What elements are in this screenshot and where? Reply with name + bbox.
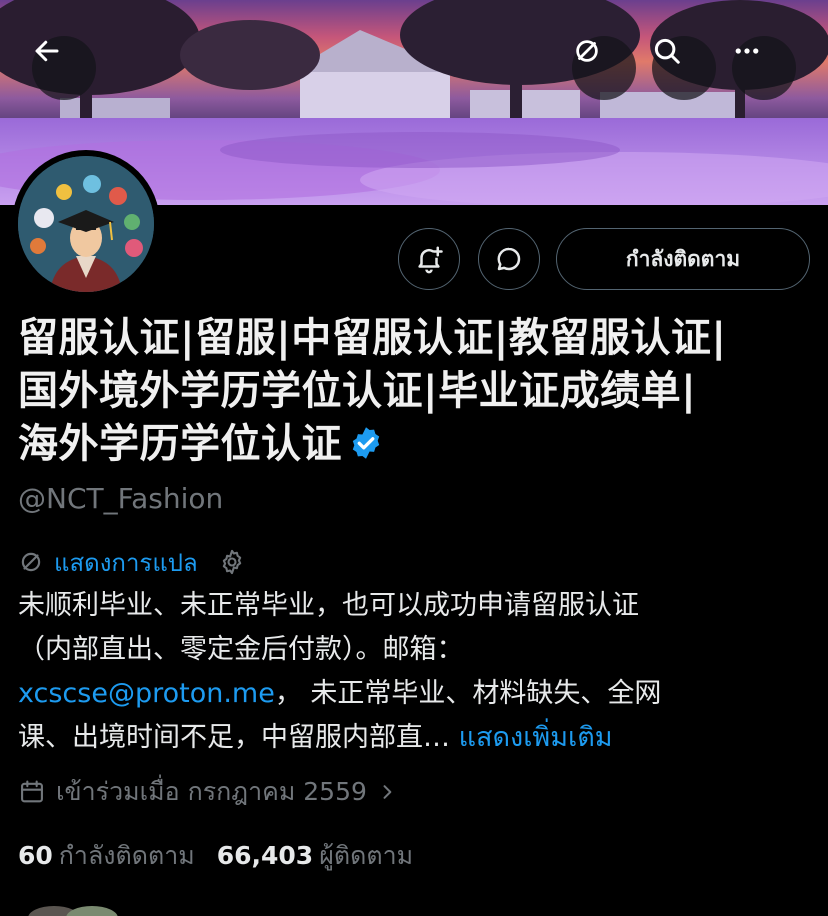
following-label: กำลังติดตาม [58,841,195,870]
calendar-icon [21,780,43,803]
joined-date-row[interactable]: เข้าร่วมเมื่อ กรกฎาคม 2559 [18,772,397,812]
graduate-avatar-image [18,156,154,292]
followed-by-avatars[interactable] [26,904,136,916]
notifications-button[interactable] [398,228,460,290]
user-handle: @NCT_Fashion [18,482,224,515]
profile-avatar[interactable] [12,150,160,298]
translate-off-icon [21,552,41,572]
following-stat[interactable]: 60 กำลังติดตาม [18,836,195,876]
followers-label: ผู้ติดตาม [319,841,414,870]
arrow-left-icon [35,40,59,62]
display-name: 留服认证|留服|中留服认证|教留服认证| 国外境外学历学位认证|毕业证成绩单| … [18,312,818,475]
more-horizontal-icon [735,48,759,54]
following-button[interactable]: กำลังติดตาม [556,228,810,290]
gear-icon[interactable] [218,548,246,576]
chat-bubble-icon [497,247,521,271]
bio-line: 课、出境时间不足，中留服内部直… [18,722,450,753]
display-name-line: 国外境外学历学位认证|毕业证成绩单| [18,368,697,414]
follow-stats: 60 กำลังติดตาม 66,403 ผู้ติดตาม [18,836,435,876]
chevron-right-icon [383,785,392,799]
display-name-line: 留服认证|留服|中留服认证|教留服认证| [18,315,727,361]
display-name-line: 海外学历学位认证 [18,421,342,467]
translate-row: แสดงการแปล [18,545,246,579]
verified-badge-icon[interactable] [348,422,384,475]
bell-plus-icon [418,246,443,274]
translate-off-icon [576,40,598,62]
translate-button[interactable] [572,36,636,100]
followers-count: 66,403 [216,841,314,870]
bio-line: 未顺利毕业、未正常毕业，也可以成功申请留服认证 [18,590,639,621]
show-more-link[interactable]: แสดงเพิ่มเติม [459,722,613,753]
show-translation-link[interactable]: แสดงการแปล [54,543,198,582]
email-link[interactable]: xcscse@proton.me [18,678,275,709]
bio-line: （内部直出、零定金后付款）。邮箱： [18,634,464,665]
profile-bio: 未顺利毕业、未正常毕业，也可以成功申请留服认证 （内部直出、零定金后付款）。邮箱… [18,584,818,760]
more-button[interactable] [732,36,796,100]
search-icon [654,38,680,64]
followers-stat[interactable]: 66,403 ผู้ติดตาม [217,836,413,876]
joined-date: เข้าร่วมเมื่อ กรกฎาคม 2559 [56,777,367,806]
following-count: 60 [18,841,53,870]
back-button[interactable] [32,36,96,100]
message-button[interactable] [478,228,540,290]
bio-line: ， 未正常毕业、材料缺失、全网 [274,678,662,709]
search-button[interactable] [652,36,716,100]
